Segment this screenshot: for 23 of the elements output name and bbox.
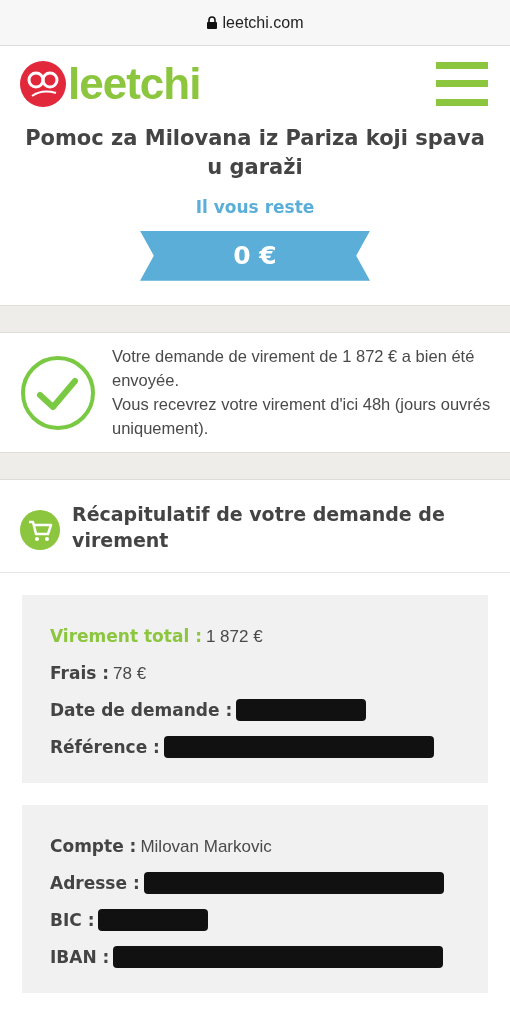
field-label: Référence : [50,735,160,759]
remaining-label: Il vous reste [194,196,316,217]
field-label: Compte : [50,834,137,858]
field-label: Frais : [50,661,110,685]
field-label: Adresse : [50,871,140,895]
field-label: IBAN : [50,945,110,969]
field-value: Milovan Markovic [140,835,272,858]
confirmation-message: Votre demande de virement de 1 872 € a bien été envoyée. [112,345,476,391]
field-label: Virement total : [50,624,202,648]
lock-icon [206,16,217,29]
campaign-title: Pomoc za Milovana iz Pariza koji spava u garaži [24,125,486,182]
checkmark-icon [20,354,96,431]
field-label: Date de demande : [50,698,233,722]
summary-title: Récapitulatif de votre demande de virement [72,502,446,554]
menu-icon[interactable] [436,62,488,106]
field-value: 1 872 € [205,625,263,648]
url-text[interactable]: leetchi.com [222,13,304,32]
field-value: 78 € [113,662,147,685]
logo-icon [20,61,66,107]
amount-banner: 0 € [140,230,370,281]
field-label: BIC : [50,908,95,932]
confirmation-message: Vous recevrez votre virement d'ici 48h (jours ouvrés uniquement). [112,393,492,439]
cart-icon [20,510,60,551]
